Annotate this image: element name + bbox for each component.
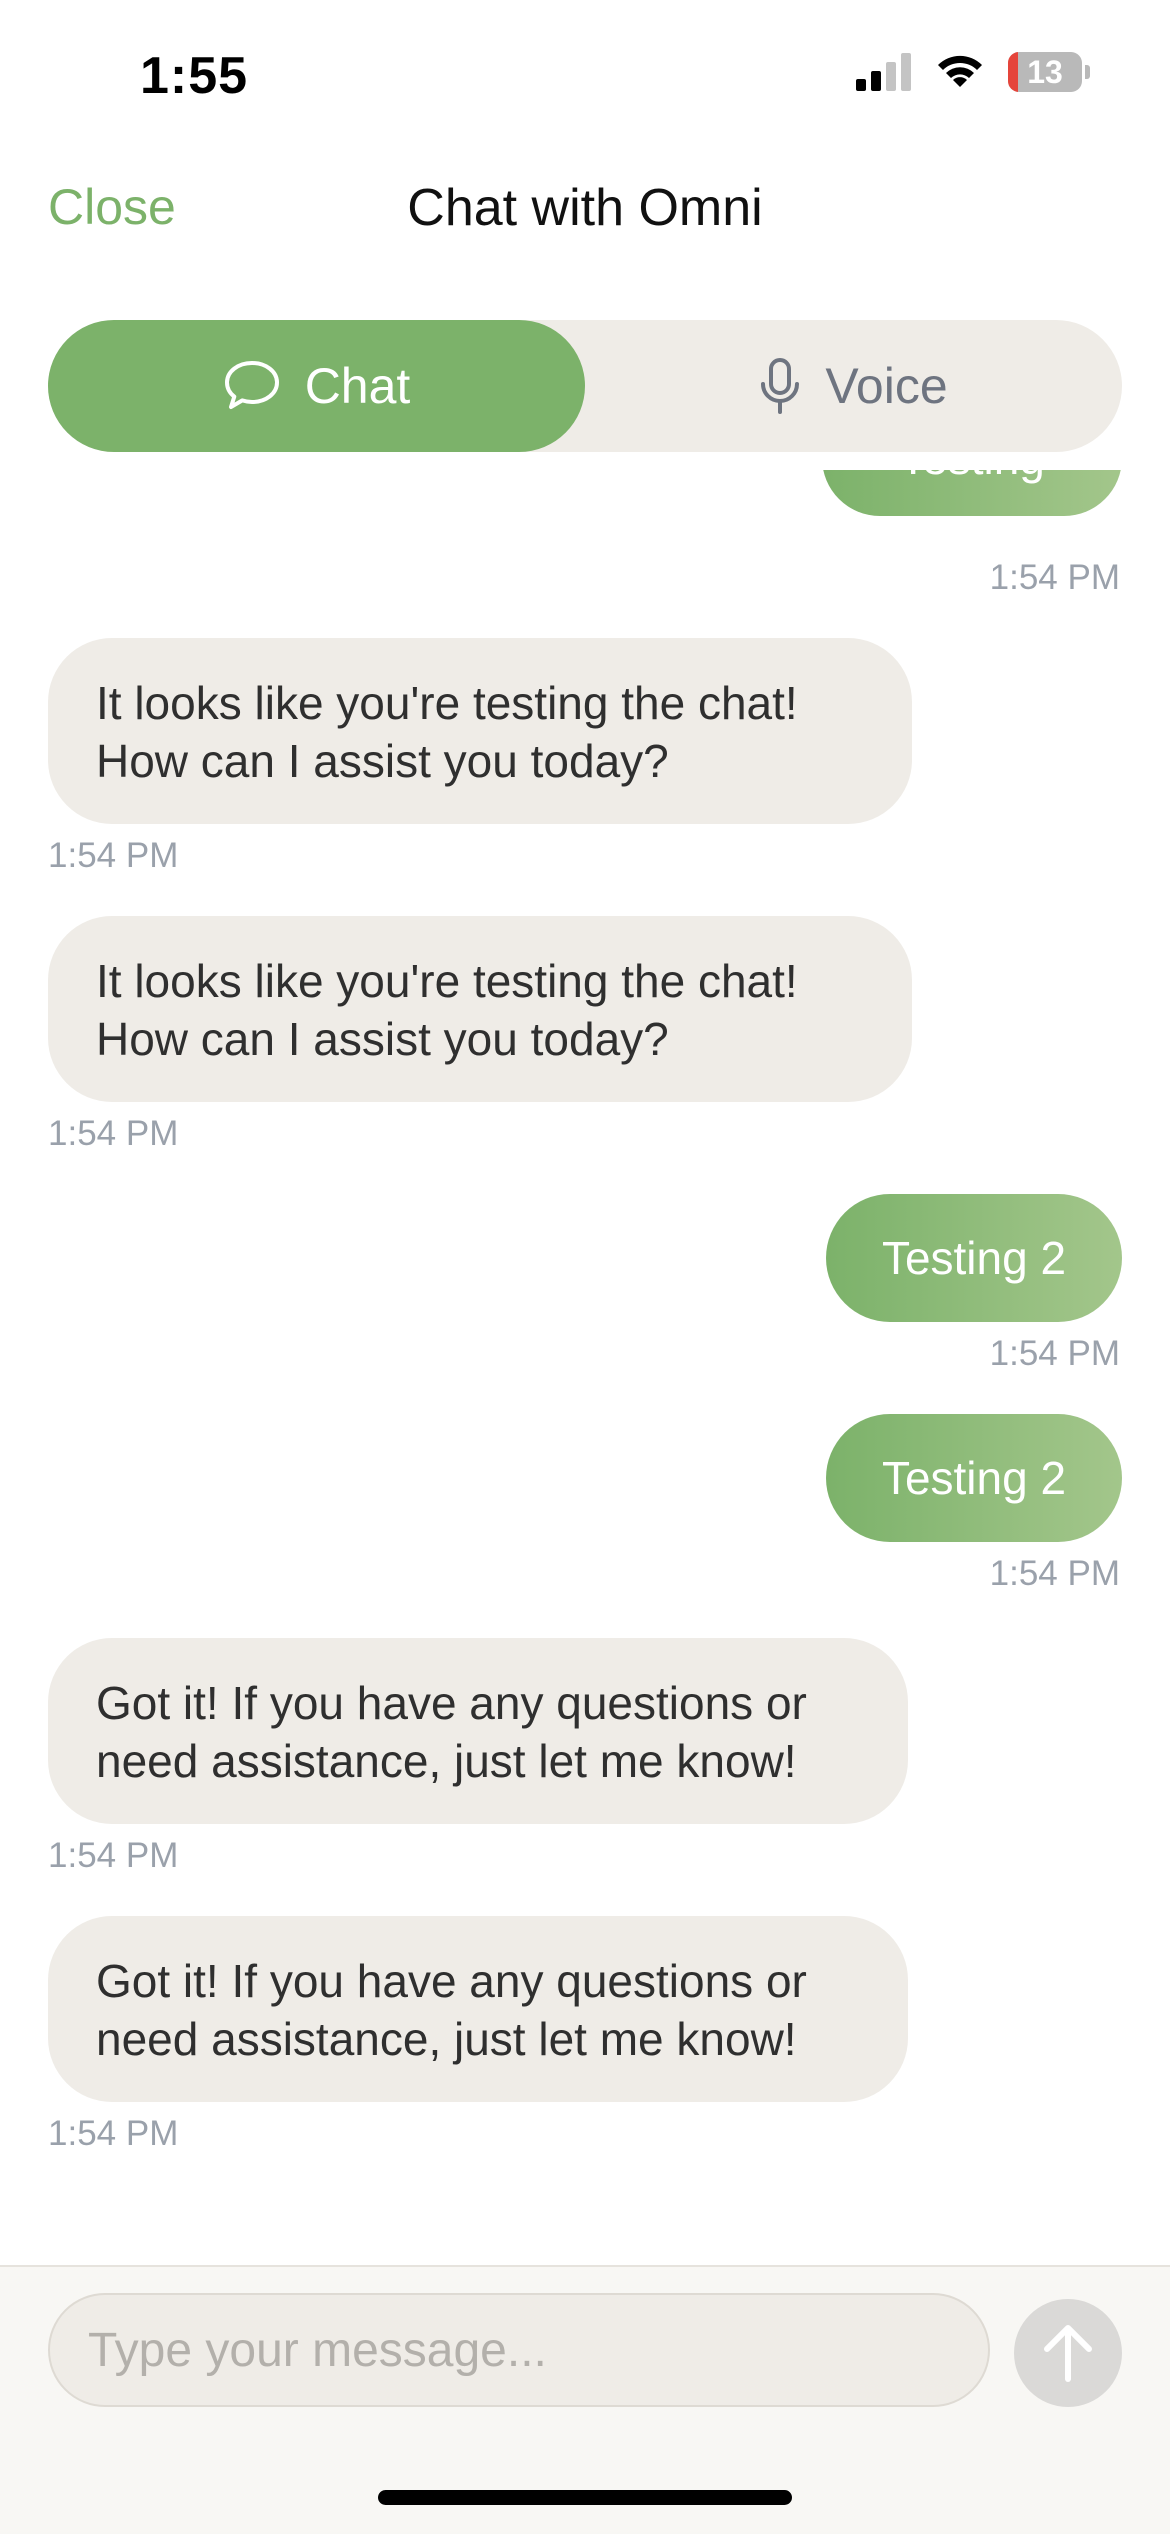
status-icons: 13 — [856, 52, 1090, 92]
message-input[interactable] — [48, 2293, 990, 2407]
wifi-icon — [938, 55, 982, 87]
tab-voice[interactable]: Voice — [585, 320, 1122, 452]
tab-chat-label: Chat — [304, 358, 411, 414]
battery-percentage: 13 — [1027, 54, 1063, 90]
tab-voice-label: Voice — [825, 358, 948, 414]
message-timestamp: 1:54 PM — [48, 1114, 179, 1153]
chat-bubble-icon — [224, 361, 279, 409]
user-message-bubble: Testing 2 — [826, 1194, 1122, 1322]
status-bar: 1:55 13 — [0, 0, 1170, 150]
message-list[interactable]: Testing 1:54 PM It looks like you're tes… — [0, 470, 1170, 2265]
assistant-message-bubble: It looks like you're testing the chat! H… — [48, 638, 912, 824]
message-composer — [0, 2265, 1170, 2534]
message-timestamp: 1:54 PM — [48, 1836, 179, 1875]
microphone-icon — [761, 358, 800, 414]
message-timestamp: 1:54 PM — [989, 558, 1120, 597]
user-message-bubble: Testing 2 — [826, 1414, 1122, 1542]
assistant-message-bubble: It looks like you're testing the chat! H… — [48, 916, 912, 1102]
message-text: Got it! If you have any questions or nee… — [96, 1955, 807, 2065]
message-text: Testing — [899, 470, 1045, 487]
message-timestamp: 1:54 PM — [48, 2114, 179, 2153]
tab-chat[interactable]: Chat — [48, 320, 585, 452]
user-message-bubble: Testing — [822, 470, 1122, 516]
page-title: Chat with Omni — [407, 179, 763, 237]
message-text: Testing 2 — [881, 1232, 1067, 1284]
send-button[interactable] — [1014, 2299, 1122, 2407]
message-timestamp: 1:54 PM — [989, 1334, 1120, 1373]
status-time: 1:55 — [140, 47, 249, 105]
message-text: Got it! If you have any questions or nee… — [96, 1677, 807, 1787]
battery-icon: 13 — [1008, 52, 1090, 92]
message-text: It looks like you're testing the chat! H… — [96, 955, 798, 1065]
message-timestamp: 1:54 PM — [48, 836, 179, 875]
message-timestamp: 1:54 PM — [989, 1554, 1120, 1593]
mode-segmented-control: Chat Voice — [48, 320, 1122, 452]
home-indicator — [378, 2490, 792, 2505]
arrow-up-icon — [1044, 2325, 1092, 2382]
message-text: It looks like you're testing the chat! H… — [96, 677, 798, 787]
chat-header: Close Chat with Omni — [0, 150, 1170, 265]
cellular-signal-icon — [856, 53, 911, 91]
assistant-message-bubble: Got it! If you have any questions or nee… — [48, 1638, 908, 1824]
message-text: Testing 2 — [881, 1452, 1067, 1504]
assistant-message-bubble: Got it! If you have any questions or nee… — [48, 1916, 908, 2102]
